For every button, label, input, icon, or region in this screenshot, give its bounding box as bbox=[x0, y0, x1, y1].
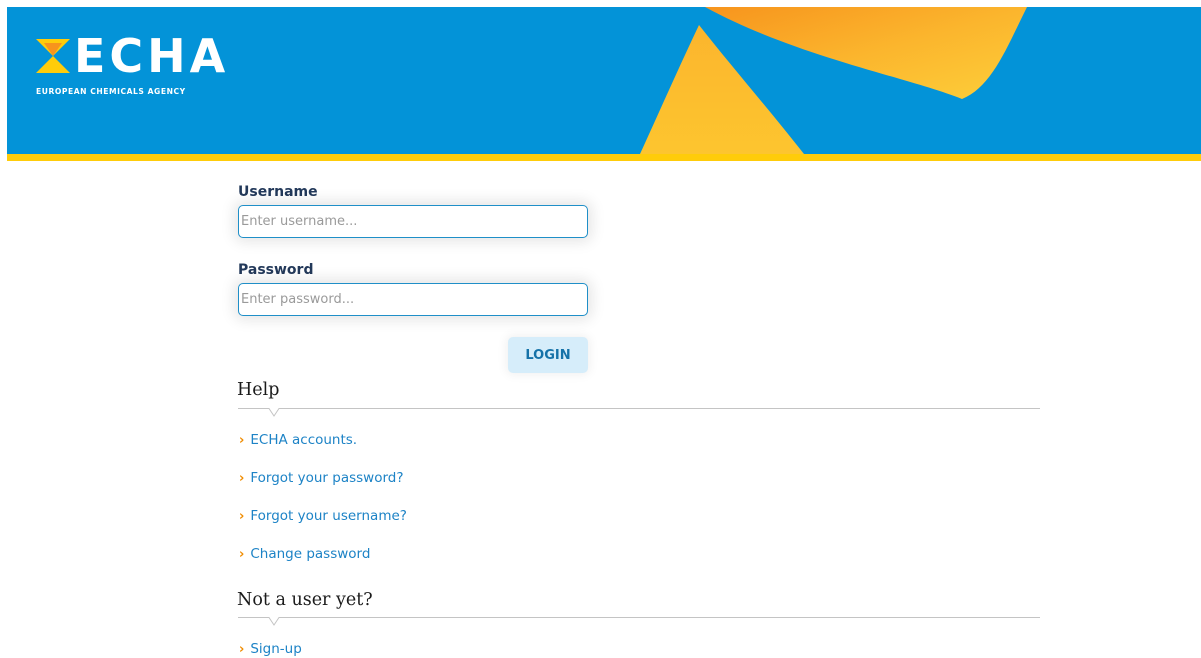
help-link-label: ECHA accounts. bbox=[250, 432, 358, 448]
help-link-change-password[interactable]: › Change password bbox=[239, 546, 370, 562]
help-link-label: Forgot your password? bbox=[250, 470, 404, 486]
signup-link-label: Sign-up bbox=[250, 641, 302, 657]
logo-subtitle: EUROPEAN CHEMICALS AGENCY bbox=[36, 87, 186, 96]
help-divider bbox=[238, 408, 1040, 417]
chevron-right-icon: › bbox=[239, 509, 245, 524]
help-link-forgot-username[interactable]: › Forgot your username? bbox=[239, 508, 407, 524]
password-label: Password bbox=[238, 262, 314, 278]
chevron-right-icon: › bbox=[239, 433, 245, 448]
signup-heading: Not a user yet? bbox=[237, 590, 373, 610]
signup-divider bbox=[238, 617, 1040, 626]
help-link-label: Change password bbox=[250, 546, 371, 562]
header-banner: ECHA EUROPEAN CHEMICALS AGENCY bbox=[7, 7, 1201, 154]
chevron-right-icon: › bbox=[239, 642, 245, 657]
signup-link[interactable]: › Sign-up bbox=[239, 641, 302, 657]
echa-mark-icon bbox=[36, 39, 70, 73]
username-input[interactable] bbox=[238, 205, 588, 238]
help-heading: Help bbox=[237, 380, 280, 400]
password-input[interactable] bbox=[238, 283, 588, 316]
chevron-right-icon: › bbox=[239, 471, 245, 486]
help-link-forgot-password[interactable]: › Forgot your password? bbox=[239, 470, 404, 486]
username-label: Username bbox=[238, 184, 318, 200]
logo-wordmark: ECHA bbox=[74, 29, 230, 83]
login-button[interactable]: LOGIN bbox=[508, 337, 588, 373]
help-link-echa-accounts[interactable]: › ECHA accounts. bbox=[239, 432, 357, 448]
chevron-right-icon: › bbox=[239, 547, 245, 562]
help-link-label: Forgot your username? bbox=[250, 508, 407, 524]
header-accent-strip bbox=[7, 154, 1201, 161]
